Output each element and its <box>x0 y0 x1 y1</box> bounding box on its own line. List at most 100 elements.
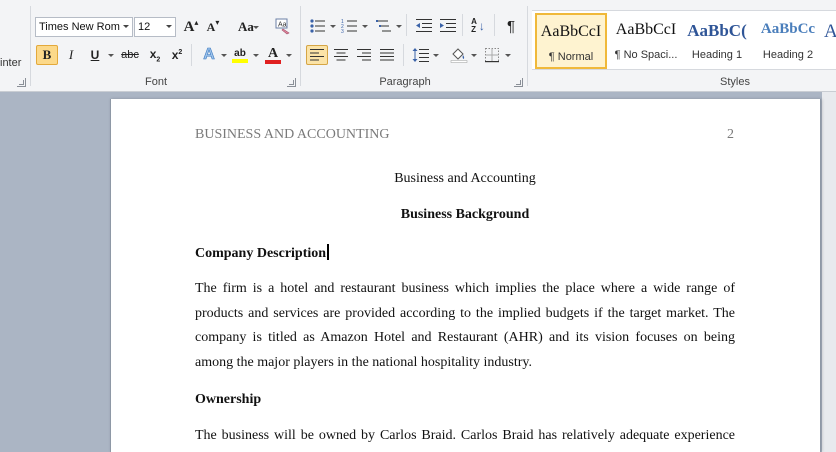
font-name-combo[interactable]: Times New Rom <box>35 17 133 37</box>
line-spacing-icon <box>412 48 429 62</box>
clear-formatting-button[interactable]: Aa <box>272 16 294 36</box>
shrink-font-button[interactable]: A ▾ <box>202 17 224 37</box>
style-title-partial[interactable]: A <box>824 13 836 69</box>
shading-button[interactable] <box>448 45 470 65</box>
multilevel-list-icon <box>376 20 391 32</box>
subscript-mark: 2 <box>156 56 161 64</box>
clipboard-dialog-launcher[interactable] <box>17 78 26 87</box>
superscript-icon: x2 <box>172 48 183 62</box>
style-normal[interactable]: AaBbCcI ¶ Normal <box>535 13 607 69</box>
text-effects-button[interactable]: A <box>198 45 220 65</box>
sort-z: Z <box>471 25 476 34</box>
bullets-button[interactable] <box>307 16 329 36</box>
font-size-value: 12 <box>138 21 151 33</box>
font-color-button[interactable]: A <box>262 45 284 65</box>
font-color-bar <box>265 59 281 64</box>
line-spacing-button[interactable] <box>410 45 432 65</box>
paragraph-dialog-launcher[interactable] <box>514 78 523 87</box>
highlight-button[interactable]: ab <box>229 45 251 65</box>
group-separator <box>406 14 407 36</box>
increase-indent-button[interactable] <box>437 16 459 36</box>
numbering-dropdown-icon[interactable] <box>362 25 368 28</box>
document-title: Business and Accounting <box>394 171 536 186</box>
numbering-button[interactable]: 1 2 3 <box>339 16 361 36</box>
format-painter-label[interactable]: inter <box>0 57 21 69</box>
group-separator <box>494 14 495 36</box>
align-right-button[interactable] <box>353 45 375 65</box>
grow-font-icon: A <box>183 18 195 35</box>
style-name: Heading 2 <box>762 49 814 61</box>
justify-icon <box>380 49 394 61</box>
strikethrough-button[interactable]: abc <box>118 45 142 65</box>
highlight-dropdown-icon[interactable] <box>253 54 259 57</box>
bullets-dropdown-icon[interactable] <box>330 25 336 28</box>
font-size-combo[interactable]: 12 <box>134 17 176 37</box>
text-effects-icon: A <box>203 46 215 64</box>
svg-text:3: 3 <box>341 29 344 34</box>
paragraph-ownership: The business will be owned by Carlos Bra… <box>195 424 735 449</box>
grow-font-button[interactable]: A ▴ <box>180 17 202 37</box>
multilevel-list-button[interactable] <box>373 16 395 36</box>
borders-dropdown-icon[interactable] <box>505 54 511 57</box>
superscript-button[interactable]: x2 <box>166 45 188 65</box>
paragraph-line: The business will be owned by Carlos Bra… <box>195 428 735 443</box>
change-case-icon: Aa <box>238 19 254 34</box>
font-color-text: A <box>267 45 279 61</box>
bold-icon: B <box>42 47 52 62</box>
show-hide-marks-button[interactable]: ¶ <box>500 16 522 36</box>
justify-button[interactable] <box>376 45 398 65</box>
style-sample: AaBbC( <box>687 21 747 40</box>
style-heading-1[interactable]: AaBbC( Heading 1 <box>683 13 751 69</box>
bold-button[interactable]: B <box>36 45 58 65</box>
align-left-icon <box>310 49 324 61</box>
strikethrough-icon: abc <box>121 49 139 61</box>
underline-button[interactable]: U <box>84 45 106 65</box>
arrow-down-icon: ↓ <box>478 19 485 33</box>
line-spacing-dropdown-icon[interactable] <box>433 54 439 57</box>
decrease-indent-button[interactable] <box>413 16 435 36</box>
multilevel-dropdown-icon[interactable] <box>396 25 402 28</box>
subscript-button[interactable]: x2 <box>144 45 166 65</box>
caret-down-icon: ▾ <box>215 17 220 27</box>
chevron-down-icon <box>166 25 172 28</box>
paragraph-company-description: The firm is a hotel and restaurant busin… <box>195 277 735 375</box>
pilcrow-icon: ¶ <box>506 17 516 35</box>
style-name: ¶ Normal <box>548 51 594 63</box>
font-group-label: Font <box>144 76 167 88</box>
scrollbar-track[interactable] <box>822 92 836 452</box>
borders-icon <box>485 48 499 63</box>
align-center-button[interactable] <box>330 45 352 65</box>
superscript-mark: 2 <box>178 49 183 56</box>
shading-dropdown-icon[interactable] <box>471 54 477 57</box>
text-effects-dropdown-icon[interactable] <box>221 54 227 57</box>
font-name-value: Times New Rom <box>39 21 120 33</box>
paragraph-group-label: Paragraph <box>379 76 431 88</box>
style-heading-2[interactable]: AaBbCc Heading 2 <box>754 13 822 69</box>
chevron-down-icon <box>123 25 129 28</box>
highlight-icon: ab <box>232 48 248 63</box>
increase-indent-icon <box>440 19 456 32</box>
underline-dropdown-icon[interactable] <box>108 54 114 57</box>
font-dialog-launcher[interactable] <box>287 78 296 87</box>
style-name: Heading 1 <box>691 49 743 61</box>
change-case-button[interactable]: Aa <box>232 17 260 37</box>
font-color-dropdown-icon[interactable] <box>286 54 292 57</box>
borders-button[interactable] <box>481 45 503 65</box>
heading-company-description: Company Description <box>195 244 330 262</box>
bullets-icon <box>310 19 325 33</box>
italic-button[interactable]: I <box>60 45 82 65</box>
group-separator <box>300 6 301 86</box>
section-title: Business Background <box>400 207 530 222</box>
heading-ownership: Ownership <box>195 392 262 407</box>
sort-button[interactable]: A Z ↓ <box>467 16 489 36</box>
running-head: BUSINESS AND ACCOUNTING <box>195 127 390 142</box>
group-separator <box>462 14 463 36</box>
svg-text:Aa: Aa <box>278 22 287 29</box>
style-no-spacing[interactable]: AaBbCcI ¶ No Spaci... <box>610 13 682 69</box>
group-separator <box>403 44 404 66</box>
heading-text: Company Description <box>195 246 327 261</box>
align-left-button[interactable] <box>306 45 328 65</box>
align-center-icon <box>334 49 348 61</box>
subscript-icon: x2 <box>150 47 161 63</box>
caret-up-icon: ▴ <box>194 17 199 27</box>
